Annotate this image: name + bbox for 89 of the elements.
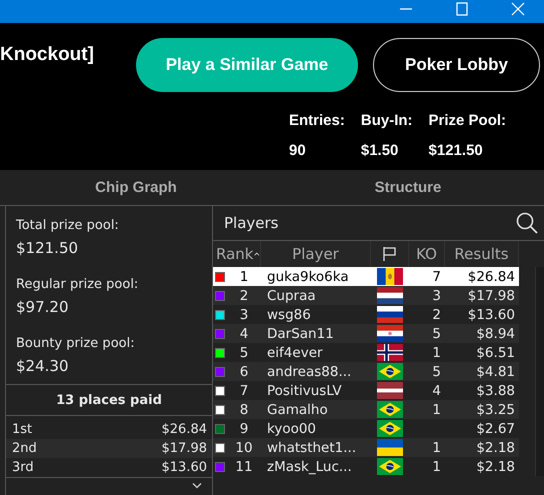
player-name: eif4ever [267, 344, 323, 360]
ko-column-header[interactable]: KO [409, 241, 445, 267]
rank-cell: 5 [240, 344, 248, 360]
payout-amount: $17.98 [162, 441, 207, 456]
stat-value: 90 [289, 142, 307, 159]
flag-icon [377, 401, 403, 418]
flag-icon [377, 439, 403, 456]
flag-icon [377, 306, 403, 323]
flag-icon [377, 344, 403, 361]
maximize-icon[interactable] [455, 2, 469, 16]
player-name: whatsthet1... [267, 440, 356, 456]
flag-icon [377, 325, 403, 342]
stat-label: Prize Pool: [428, 112, 506, 129]
tournament-title: Knockout] [0, 44, 95, 66]
rank-cell: 11 [235, 458, 253, 474]
rank-cell: 7 [240, 382, 248, 398]
rank-cell: 10 [235, 440, 253, 456]
payout-place: 1st [12, 422, 32, 437]
player-column-header[interactable]: Player [261, 241, 371, 267]
player-name: andreas88... [267, 364, 352, 380]
prize-pool-label: Regular prize pool: [16, 277, 140, 292]
rank-cell: 4 [240, 326, 248, 342]
ko-cell: 5 [432, 326, 441, 342]
flag-icon [382, 246, 397, 262]
rank-column-header[interactable]: Rank [214, 241, 261, 267]
poker-lobby-button[interactable]: Poker Lobby [373, 38, 540, 92]
tab[interactable]: Structure [272, 170, 544, 205]
player-name: zMask_Luc... [267, 458, 352, 474]
payout-amount: $13.60 [162, 460, 207, 475]
rank-cell: 1 [240, 268, 248, 284]
players-title: Players [224, 214, 278, 232]
player-name: Gamalho [267, 402, 328, 418]
flag-column-header[interactable] [371, 241, 409, 267]
payout-place: 2nd [12, 441, 37, 456]
rank-cell: 8 [240, 402, 248, 418]
flag-icon [377, 420, 403, 437]
prize-pool-label: Bounty prize pool: [16, 336, 136, 351]
flag-icon [377, 382, 403, 399]
result-cell: $3.25 [476, 402, 515, 418]
result-cell: $2.18 [476, 440, 515, 456]
ko-cell: 1 [432, 344, 441, 360]
ko-cell: 2 [432, 306, 441, 322]
rank-cell: 3 [240, 306, 248, 322]
result-cell: $3.88 [476, 382, 515, 398]
results-column-header[interactable]: Results [445, 241, 519, 267]
ko-cell: 5 [432, 364, 441, 380]
stat-value: $1.50 [360, 142, 400, 159]
result-cell: $2.67 [476, 420, 515, 436]
player-name: wsg86 [267, 306, 311, 322]
flag-icon [377, 268, 403, 285]
tab[interactable]: Chip Graph [0, 170, 272, 205]
result-cell: $6.51 [476, 344, 515, 360]
player-name: PositivusLV [267, 382, 342, 398]
flag-icon [377, 458, 403, 475]
flag-icon [377, 363, 403, 380]
rank-cell: 6 [240, 364, 248, 380]
ko-cell: 3 [432, 288, 441, 304]
rank-cell: 9 [240, 420, 248, 436]
chevron-down-icon[interactable] [192, 482, 202, 490]
sort-up-icon [254, 251, 260, 257]
stat-value: $121.50 [428, 142, 484, 159]
player-name: guka9ko6ka [267, 268, 349, 284]
stat-label: Entries: [289, 112, 345, 129]
player-name: Cupraa [267, 288, 316, 304]
search-icon[interactable] [516, 212, 538, 234]
payout-place: 3rd [12, 460, 34, 475]
prize-pool-value: $97.20 [16, 298, 70, 316]
ko-cell: 7 [432, 268, 441, 284]
stat-label: Buy-In: [360, 112, 413, 129]
ko-cell: 1 [432, 440, 441, 456]
ko-cell: 1 [432, 402, 441, 418]
scrollbar[interactable] [535, 267, 544, 476]
player-name: kyoo00 [267, 420, 316, 436]
ko-cell: 1 [432, 458, 441, 474]
prize-pool-value: $24.30 [16, 357, 70, 375]
result-cell: $17.98 [468, 288, 515, 304]
payout-amount: $26.84 [162, 422, 207, 437]
result-cell: $4.81 [476, 364, 515, 380]
result-cell: $8.94 [476, 326, 515, 342]
ko-cell: 4 [432, 382, 441, 398]
prize-pool-value: $121.50 [16, 239, 80, 257]
rank-cell: 2 [240, 288, 248, 304]
result-cell: $2.18 [476, 458, 515, 474]
result-cell: $13.60 [468, 306, 515, 322]
close-icon[interactable] [511, 2, 525, 16]
result-cell: $26.84 [468, 268, 515, 284]
places-paid-label: 13 places paid [6, 385, 212, 416]
prize-pool-label: Total prize pool: [16, 218, 120, 233]
player-name: DarSan11 [267, 326, 334, 342]
